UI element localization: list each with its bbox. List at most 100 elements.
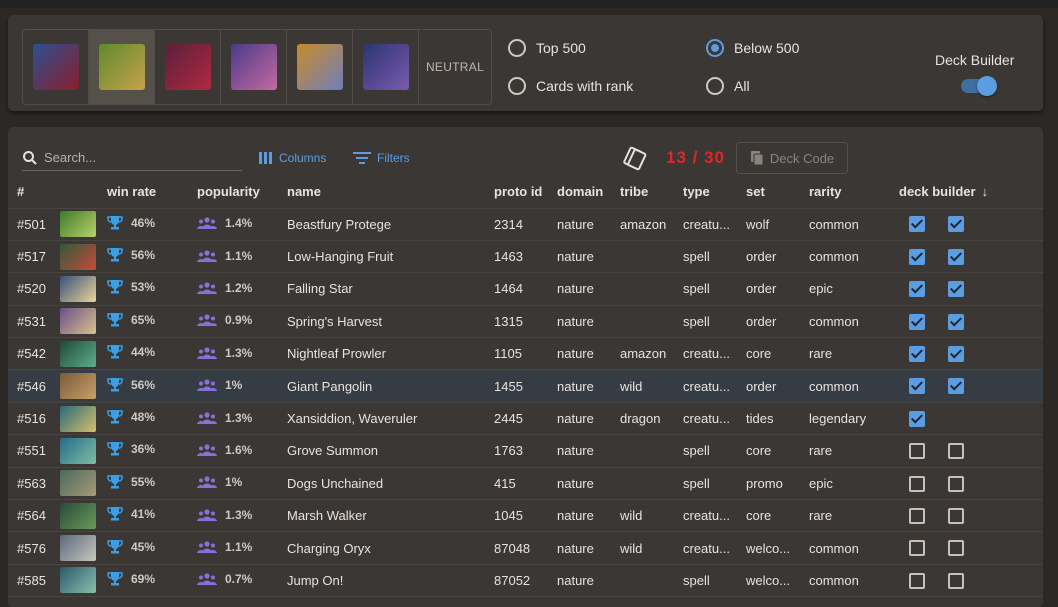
table-row[interactable]: #531 65% 0.9% Spring's Harvest 1315 nature spe… [8,305,1043,339]
col-deck-builder[interactable]: deck builder ↓ [899,176,1043,209]
col-domain[interactable]: domain [557,176,620,209]
win-rate-cell: 53% [107,272,197,306]
col-type[interactable]: type [683,176,746,209]
card-name[interactable]: Jump On! [287,564,494,598]
deck-builder-checkbox[interactable] [948,313,964,330]
deck-builder-checkbox[interactable] [948,507,964,524]
radio-cards-with-rank-icon[interactable] [508,77,526,95]
deck-builder-checkbox[interactable] [948,540,964,557]
deck-builder-checkbox[interactable] [948,378,964,395]
deck-builder-checkbox[interactable] [948,572,964,589]
toggle-knob[interactable] [977,76,997,96]
deck-builder-checkbox[interactable] [948,475,964,492]
card-thumbnail[interactable] [60,502,96,529]
table-row[interactable]: #551 36% 1.6% Grove Summon 1763 nature spell co… [8,434,1043,468]
row-num: #501 [8,208,60,241]
popularity-value: 1.6% [225,442,253,457]
in-deck-checkbox[interactable] [909,443,925,460]
col-num[interactable]: # [8,176,60,209]
radio-all-icon[interactable] [706,77,724,95]
sort-arrow-down-icon[interactable]: ↓ [982,184,989,199]
hero-5-button[interactable] [287,30,353,104]
card-thumbnail[interactable] [60,405,96,432]
col-rarity[interactable]: rarity [809,176,899,209]
in-deck-checkbox[interactable] [909,378,925,395]
card-thumbnail[interactable] [60,535,96,562]
filter-all[interactable]: All [706,77,750,95]
col-popularity[interactable]: popularity [197,176,287,209]
card-thumbnail[interactable] [60,308,96,335]
card-name[interactable]: Grove Summon [287,434,494,468]
card-name[interactable]: Low-Hanging Fruit [287,240,494,274]
in-deck-checkbox[interactable] [909,248,925,265]
col-set[interactable]: set [746,176,809,209]
card-thumbnail[interactable] [60,437,96,464]
col-name[interactable]: name [287,176,494,209]
table-row[interactable]: #516 48% 1.3% Xansiddion, Waveruler 2445 natu… [8,402,1043,436]
search-input[interactable] [44,150,224,165]
card-name[interactable]: Giant Pangolin [287,369,494,403]
table-row[interactable]: #585 69% 0.7% Jump On! 87052 nature spell welco… [8,564,1043,598]
in-deck-checkbox[interactable] [909,313,925,330]
hero-1-button[interactable] [23,30,89,104]
table-row[interactable]: #546 56% 1% Giant Pangolin 1455 nature wild cre… [8,369,1043,403]
filters-button[interactable]: Filters [353,151,410,165]
card-thumbnail[interactable] [60,211,96,238]
card-thumbnail[interactable] [60,243,96,270]
in-deck-checkbox[interactable] [909,507,925,524]
card-thumbnail[interactable] [60,567,96,594]
deck-code-button[interactable]: Deck Code [736,142,848,174]
card-name[interactable]: Charging Oryx [287,531,494,565]
col-proto-id[interactable]: proto id [494,176,557,209]
card-thumbnail[interactable] [60,275,96,302]
win-rate-cell: 46% [107,208,197,241]
deck-builder-checkbox[interactable] [948,248,964,265]
deck-builder-checkbox[interactable] [948,281,964,298]
hero-neutral-button[interactable]: NEUTRAL [419,30,491,104]
radio-below500-icon[interactable] [706,39,724,57]
hero-3-button[interactable] [155,30,221,104]
in-deck-checkbox[interactable] [909,540,925,557]
card-name[interactable]: Falling Star [287,272,494,306]
table-row[interactable]: #501 46% 1.4% Beastfury Protege 2314 nature am… [8,208,1043,241]
hero-4-button[interactable] [221,30,287,104]
in-deck-checkbox[interactable] [909,410,925,427]
hero-2-button[interactable] [89,30,155,104]
card-name[interactable]: Beastfury Protege [287,208,494,241]
card-name[interactable]: Marsh Walker [287,499,494,533]
card-thumbnail[interactable] [60,470,96,497]
table-row[interactable]: #563 55% 1% Dogs Unchained 415 nature spell pro… [8,467,1043,501]
deck-builder-toggle[interactable] [961,76,997,96]
card-name[interactable]: Dogs Unchained [287,467,494,501]
table-row[interactable]: #564 41% 1.3% Marsh Walker 1045 nature wild cre… [8,499,1043,533]
filter-top500[interactable]: Top 500 [508,39,586,57]
in-deck-checkbox[interactable] [909,572,925,589]
in-deck-checkbox[interactable] [909,346,925,363]
filter-below500[interactable]: Below 500 [706,39,799,57]
deck-builder-checkbox[interactable] [948,216,964,233]
card-name[interactable]: Nightleaf Prowler [287,337,494,371]
in-deck-checkbox[interactable] [909,216,925,233]
card-name[interactable]: Spring's Harvest [287,305,494,339]
radio-top500-icon[interactable] [508,39,526,57]
popularity-cell: 1% [197,467,287,501]
table-row[interactable]: #542 44% 1.3% Nightleaf Prowler 1105 nature am… [8,337,1043,371]
deck-builder-checkbox[interactable] [948,346,964,363]
columns-button[interactable]: Columns [259,151,326,165]
card-thumbnail[interactable] [60,373,96,400]
card-name[interactable]: Xansiddion, Waveruler [287,402,494,436]
search-box[interactable] [22,145,242,171]
hero-6-button[interactable] [353,30,419,104]
card-thumbnail[interactable] [60,340,96,367]
table-row[interactable]: #520 53% 1.2% Falling Star 1464 nature spell or… [8,272,1043,306]
col-win-rate[interactable]: win rate [107,176,197,209]
col-tribe[interactable]: tribe [620,176,683,209]
trophy-icon [107,377,131,393]
in-deck-checkbox[interactable] [909,475,925,492]
deck-builder-checkbox[interactable] [948,443,964,460]
table-row[interactable]: #576 45% 1.1% Charging Oryx 87048 nature wild c… [8,531,1043,565]
in-deck-checkbox[interactable] [909,281,925,298]
filter-icon [353,152,371,164]
table-row[interactable]: #517 56% 1.1% Low-Hanging Fruit 1463 nature sp… [8,240,1043,274]
filter-cards-with-rank[interactable]: Cards with rank [508,77,633,95]
